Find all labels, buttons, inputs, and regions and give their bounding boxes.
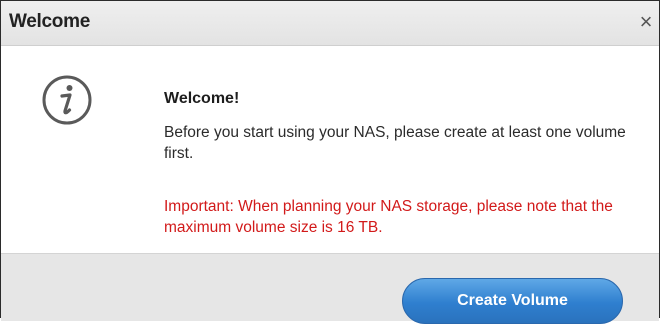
important-note: Important: When planning your NAS storag… — [164, 198, 613, 236]
dialog-titlebar: Welcome × — [1, 1, 659, 46]
dialog-message: Before you start using your NAS, please … — [164, 124, 626, 162]
dialog-heading: Welcome! — [164, 90, 240, 107]
info-icon — [42, 75, 92, 125]
dialog-title: Welcome — [9, 11, 90, 32]
dialog-body: Welcome! Before you start using your NAS… — [1, 46, 659, 253]
create-volume-button[interactable]: Create Volume — [402, 278, 623, 324]
welcome-dialog: Welcome × Welcome! Before you start usin… — [0, 0, 660, 324]
close-icon[interactable]: × — [635, 9, 657, 35]
dialog-footer: Create Volume — [1, 253, 659, 324]
